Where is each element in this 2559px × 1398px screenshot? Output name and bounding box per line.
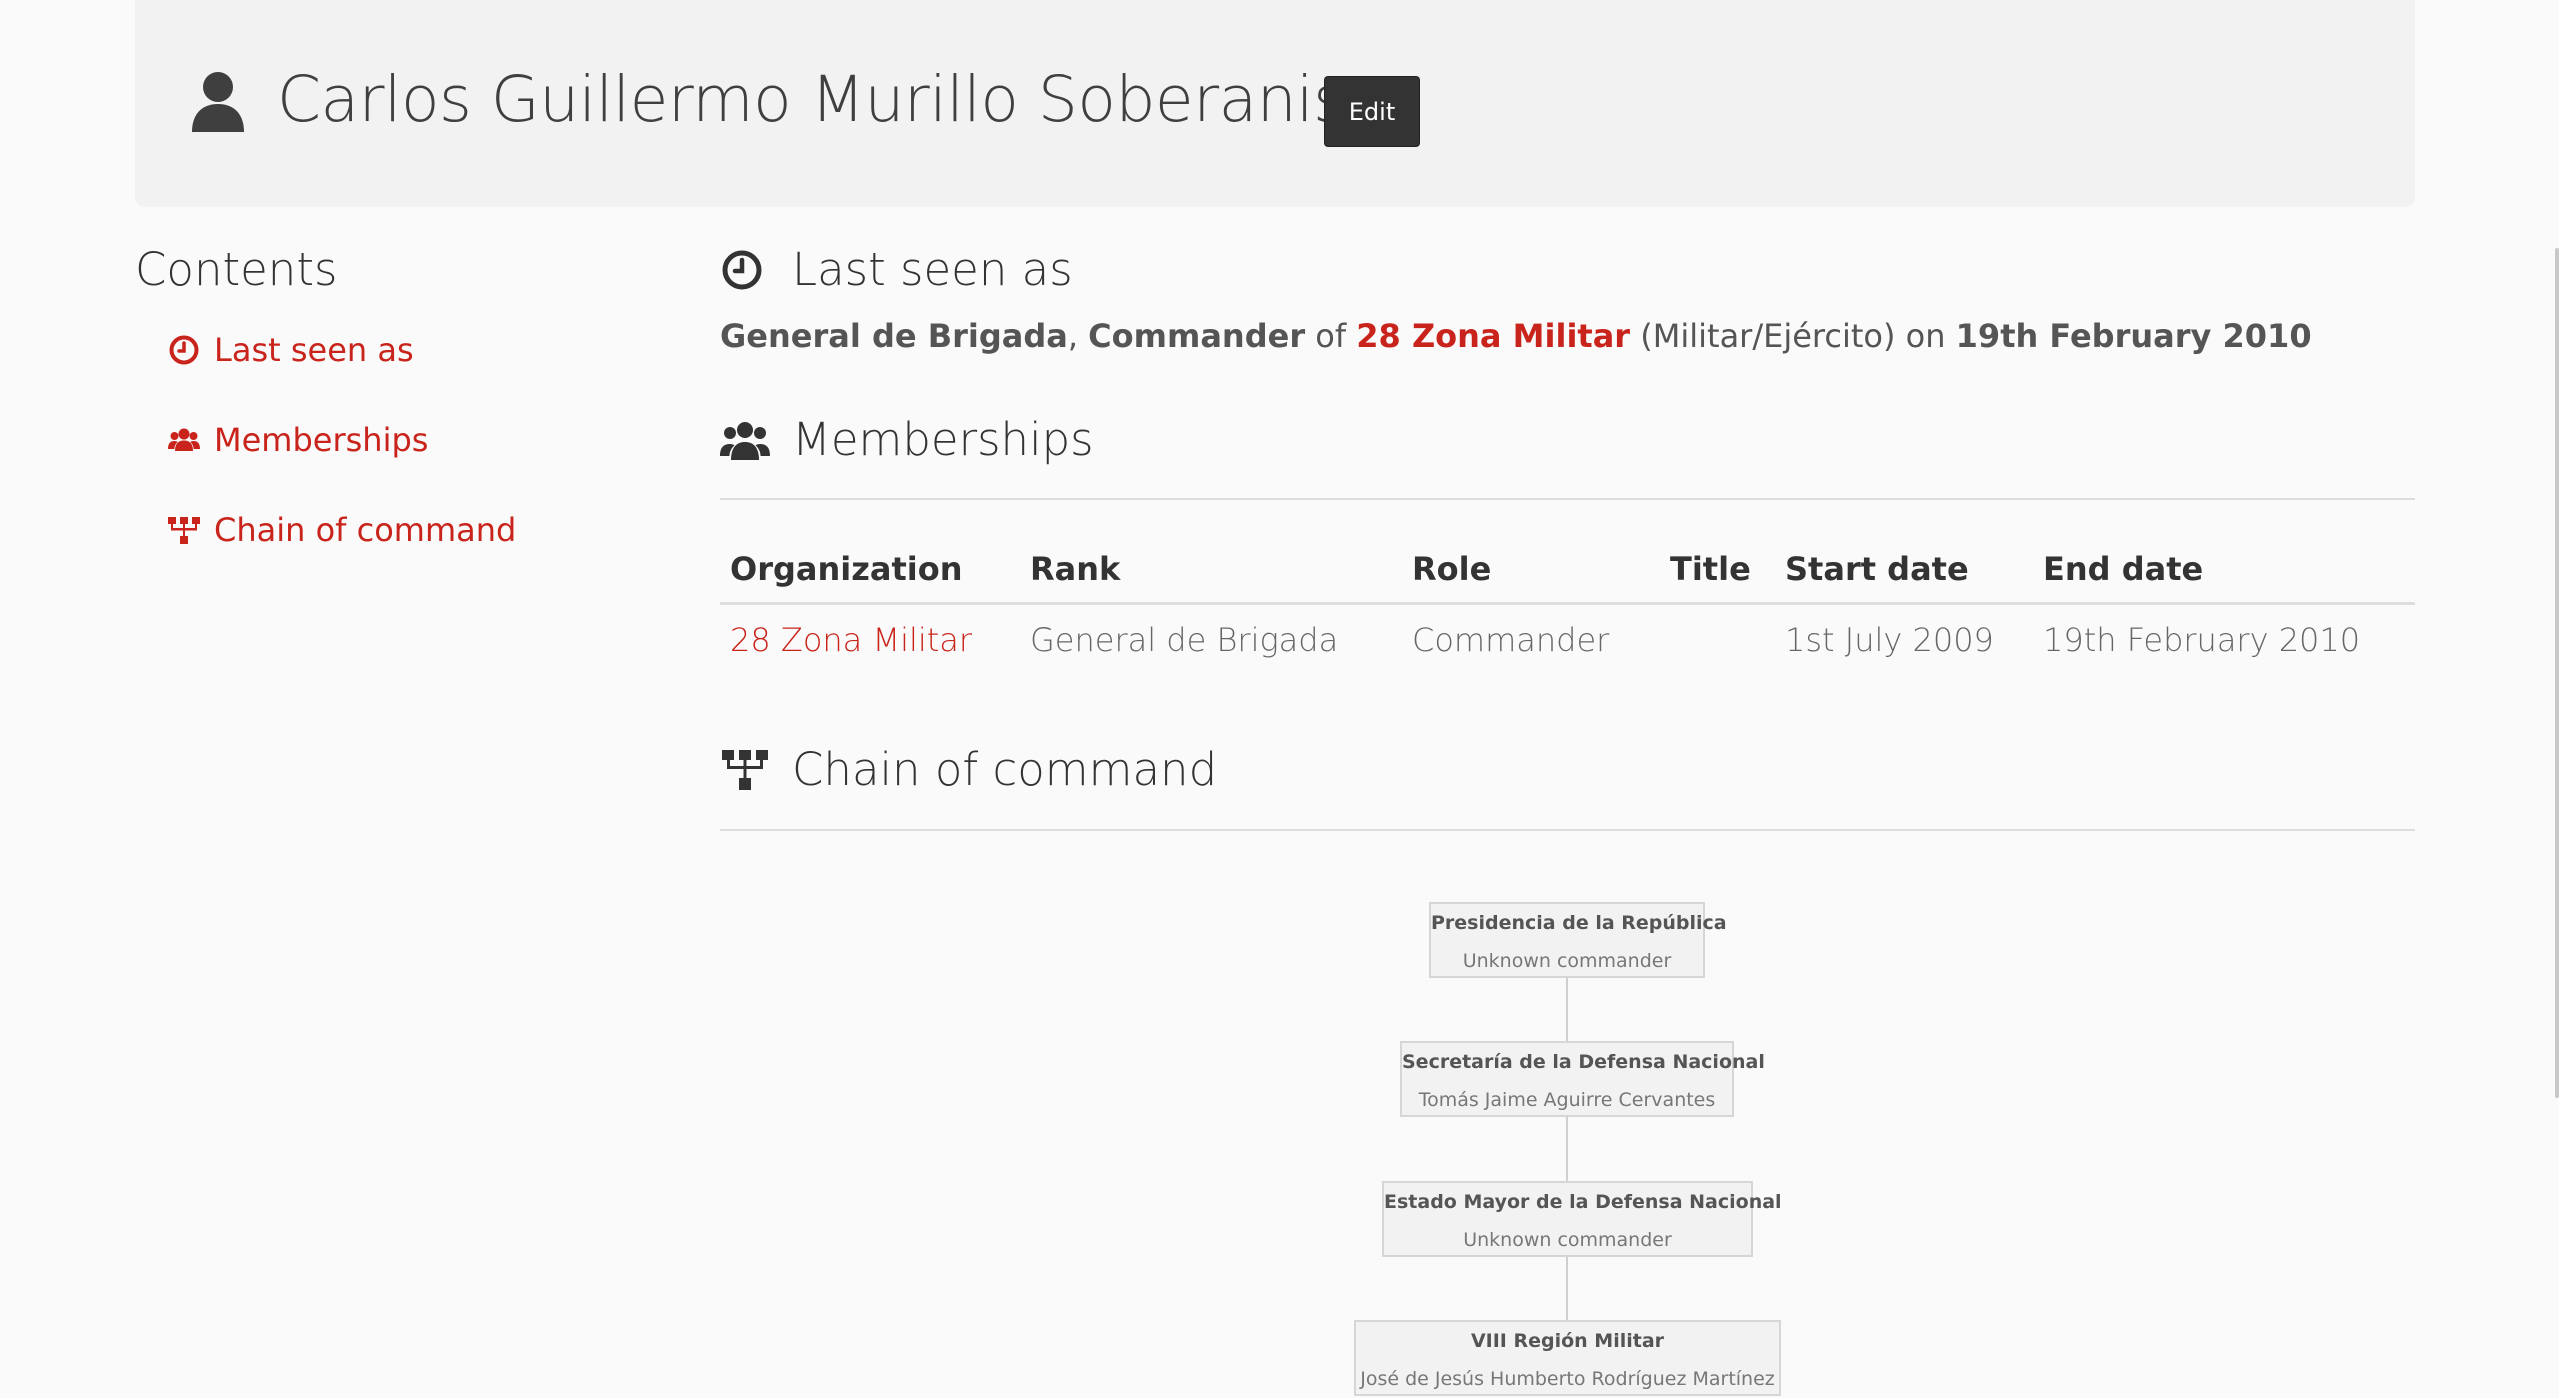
section-memberships-heading: Memberships [720,410,1094,470]
users-icon [720,422,770,460]
last-seen-summary: General de Brigada, Commander of 28 Zona… [720,314,2312,358]
divider [720,498,2415,500]
clock-icon [169,335,199,365]
column-header-title: Title [1660,536,1775,605]
edit-button[interactable]: Edit [1324,76,1420,147]
divider [720,829,2415,831]
column-header-start-date: Start date [1775,536,2033,605]
membership-start-date: 1st July 2009 [1785,621,1994,659]
node-organization-name: Estado Mayor de la Defensa Nacional [1384,1191,1782,1213]
membership-title [1660,604,1775,676]
last-seen-rank: General de Brigada [720,317,1068,355]
table-row: 28 Zona Militar General de Brigada Comma… [720,604,2415,676]
node-organization-name: Secretaría de la Defensa Nacional [1402,1051,1765,1073]
column-header-rank: Rank [1020,536,1402,605]
last-seen-branch: (Militar/Ejército) [1640,317,1896,355]
memberships-table: Organization Rank Role Title Start date … [720,536,2415,675]
page-title: Carlos Guillermo Murillo Soberanis [277,63,1346,136]
last-seen-date: 19th February 2010 [1955,317,2312,355]
node-organization-name: VIII Región Militar [1470,1330,1665,1352]
sitemap-icon [168,517,200,544]
last-seen-of: of [1315,317,1347,355]
node-commander: Unknown commander [1462,950,1672,972]
table-header-row: Organization Rank Role Title Start date … [720,536,2415,605]
clock-icon [722,250,762,290]
chain-of-command-connectors [1566,977,1568,1321]
section-last-seen-heading: Last seen as [720,240,1073,300]
section-title: Last seen as [792,243,1073,296]
last-seen-separator: , [1067,317,1078,355]
column-header-role: Role [1402,536,1660,605]
contents-item-chain-of-command[interactable]: Chain of command [168,510,516,550]
sitemap-icon [722,750,768,790]
membership-end-date: 19th February 2010 [2043,621,2361,659]
contents-item-label: Memberships [214,421,429,459]
membership-organization-link[interactable]: 28 Zona Militar [720,604,1020,676]
node-commander: Unknown commander [1463,1229,1672,1251]
contents-item-last-seen[interactable]: Last seen as [168,330,414,370]
last-seen-organization-link[interactable]: 28 Zona Militar [1356,317,1630,355]
contents-title: Contents [135,243,338,296]
scrollbar[interactable] [2555,248,2559,1098]
column-header-organization: Organization [720,536,1020,605]
node-organization-name: Presidencia de la República [1431,912,1727,934]
last-seen-role: Commander [1088,317,1306,355]
contents-item-label: Chain of command [214,511,517,549]
org-chart-node[interactable]: Presidencia de la República Unknown comm… [1429,902,1727,978]
person-header: Carlos Guillermo Murillo Soberanis Edit [135,0,2415,207]
membership-rank: General de Brigada [1030,621,1339,659]
last-seen-on: on [1905,317,1946,355]
membership-role: Commander [1412,621,1610,659]
section-title: Memberships [792,413,1094,466]
column-header-end-date: End date [2033,536,2415,605]
users-icon [168,428,200,451]
org-chart-node[interactable]: Estado Mayor de la Defensa Nacional Unkn… [1382,1181,1782,1257]
section-chain-of-command-heading: Chain of command [720,740,1217,800]
contents-item-label: Last seen as [214,331,414,369]
org-chart-node[interactable]: VIII Región Militar José de Jesús Humber… [1354,1320,1781,1396]
section-title: Chain of command [792,743,1218,796]
org-chart-node[interactable]: Secretaría de la Defensa Nacional Tomás … [1400,1041,1765,1117]
node-commander: Tomás Jaime Aguirre Cervantes [1418,1089,1716,1111]
contents-item-memberships[interactable]: Memberships [168,420,428,460]
node-commander: José de Jesús Humberto Rodríguez Martíne… [1360,1368,1775,1390]
user-icon [192,72,244,132]
